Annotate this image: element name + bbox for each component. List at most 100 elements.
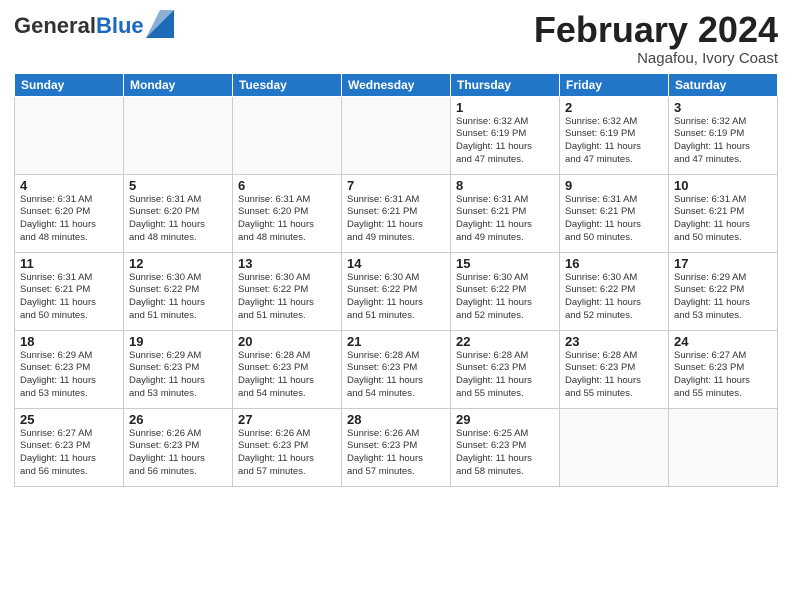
day-info: Sunrise: 6:31 AMSunset: 6:21 PMDaylight:…	[20, 272, 118, 323]
day-number: 12	[129, 256, 227, 271]
calendar-cell: 7Sunrise: 6:31 AMSunset: 6:21 PMDaylight…	[342, 174, 451, 252]
calendar-week-row: 4Sunrise: 6:31 AMSunset: 6:20 PMDaylight…	[15, 174, 778, 252]
day-number: 25	[20, 412, 118, 427]
day-info: Sunrise: 6:27 AMSunset: 6:23 PMDaylight:…	[674, 350, 772, 401]
calendar-cell: 19Sunrise: 6:29 AMSunset: 6:23 PMDayligh…	[124, 330, 233, 408]
day-info: Sunrise: 6:28 AMSunset: 6:23 PMDaylight:…	[347, 350, 445, 401]
day-info: Sunrise: 6:27 AMSunset: 6:23 PMDaylight:…	[20, 428, 118, 479]
calendar-cell: 13Sunrise: 6:30 AMSunset: 6:22 PMDayligh…	[233, 252, 342, 330]
day-info: Sunrise: 6:30 AMSunset: 6:22 PMDaylight:…	[565, 272, 663, 323]
day-info: Sunrise: 6:26 AMSunset: 6:23 PMDaylight:…	[129, 428, 227, 479]
day-number: 29	[456, 412, 554, 427]
day-info: Sunrise: 6:28 AMSunset: 6:23 PMDaylight:…	[238, 350, 336, 401]
calendar-cell: 8Sunrise: 6:31 AMSunset: 6:21 PMDaylight…	[451, 174, 560, 252]
day-number: 7	[347, 178, 445, 193]
calendar-cell: 24Sunrise: 6:27 AMSunset: 6:23 PMDayligh…	[669, 330, 778, 408]
day-header-wednesday: Wednesday	[342, 73, 451, 96]
day-number: 15	[456, 256, 554, 271]
day-info: Sunrise: 6:32 AMSunset: 6:19 PMDaylight:…	[456, 116, 554, 167]
day-number: 26	[129, 412, 227, 427]
calendar-week-row: 18Sunrise: 6:29 AMSunset: 6:23 PMDayligh…	[15, 330, 778, 408]
logo-general-text: General	[14, 13, 96, 38]
day-info: Sunrise: 6:26 AMSunset: 6:23 PMDaylight:…	[238, 428, 336, 479]
day-info: Sunrise: 6:29 AMSunset: 6:23 PMDaylight:…	[20, 350, 118, 401]
calendar-cell: 10Sunrise: 6:31 AMSunset: 6:21 PMDayligh…	[669, 174, 778, 252]
calendar-cell	[560, 408, 669, 486]
calendar-cell: 23Sunrise: 6:28 AMSunset: 6:23 PMDayligh…	[560, 330, 669, 408]
day-number: 27	[238, 412, 336, 427]
calendar-cell: 16Sunrise: 6:30 AMSunset: 6:22 PMDayligh…	[560, 252, 669, 330]
day-number: 13	[238, 256, 336, 271]
day-number: 20	[238, 334, 336, 349]
day-number: 8	[456, 178, 554, 193]
day-number: 16	[565, 256, 663, 271]
day-info: Sunrise: 6:31 AMSunset: 6:21 PMDaylight:…	[456, 194, 554, 245]
calendar-cell: 6Sunrise: 6:31 AMSunset: 6:20 PMDaylight…	[233, 174, 342, 252]
day-info: Sunrise: 6:30 AMSunset: 6:22 PMDaylight:…	[129, 272, 227, 323]
calendar-cell: 14Sunrise: 6:30 AMSunset: 6:22 PMDayligh…	[342, 252, 451, 330]
calendar-cell: 17Sunrise: 6:29 AMSunset: 6:22 PMDayligh…	[669, 252, 778, 330]
day-number: 23	[565, 334, 663, 349]
calendar-title: February 2024	[534, 10, 778, 50]
day-info: Sunrise: 6:31 AMSunset: 6:21 PMDaylight:…	[347, 194, 445, 245]
day-info: Sunrise: 6:25 AMSunset: 6:23 PMDaylight:…	[456, 428, 554, 479]
day-header-thursday: Thursday	[451, 73, 560, 96]
day-number: 3	[674, 100, 772, 115]
calendar-cell: 22Sunrise: 6:28 AMSunset: 6:23 PMDayligh…	[451, 330, 560, 408]
day-info: Sunrise: 6:31 AMSunset: 6:21 PMDaylight:…	[674, 194, 772, 245]
day-header-friday: Friday	[560, 73, 669, 96]
calendar-cell: 2Sunrise: 6:32 AMSunset: 6:19 PMDaylight…	[560, 96, 669, 174]
calendar-cell: 1Sunrise: 6:32 AMSunset: 6:19 PMDaylight…	[451, 96, 560, 174]
calendar-header-row: SundayMondayTuesdayWednesdayThursdayFrid…	[15, 73, 778, 96]
calendar-cell: 26Sunrise: 6:26 AMSunset: 6:23 PMDayligh…	[124, 408, 233, 486]
calendar-cell: 12Sunrise: 6:30 AMSunset: 6:22 PMDayligh…	[124, 252, 233, 330]
calendar-cell: 25Sunrise: 6:27 AMSunset: 6:23 PMDayligh…	[15, 408, 124, 486]
calendar-cell	[342, 96, 451, 174]
day-number: 18	[20, 334, 118, 349]
day-number: 22	[456, 334, 554, 349]
day-info: Sunrise: 6:32 AMSunset: 6:19 PMDaylight:…	[674, 116, 772, 167]
day-info: Sunrise: 6:28 AMSunset: 6:23 PMDaylight:…	[456, 350, 554, 401]
calendar-week-row: 1Sunrise: 6:32 AMSunset: 6:19 PMDaylight…	[15, 96, 778, 174]
day-number: 5	[129, 178, 227, 193]
calendar-table: SundayMondayTuesdayWednesdayThursdayFrid…	[14, 73, 778, 487]
calendar-cell: 11Sunrise: 6:31 AMSunset: 6:21 PMDayligh…	[15, 252, 124, 330]
day-number: 10	[674, 178, 772, 193]
calendar-cell: 20Sunrise: 6:28 AMSunset: 6:23 PMDayligh…	[233, 330, 342, 408]
calendar-cell	[233, 96, 342, 174]
day-info: Sunrise: 6:31 AMSunset: 6:20 PMDaylight:…	[129, 194, 227, 245]
calendar-cell: 5Sunrise: 6:31 AMSunset: 6:20 PMDaylight…	[124, 174, 233, 252]
calendar-cell: 29Sunrise: 6:25 AMSunset: 6:23 PMDayligh…	[451, 408, 560, 486]
logo: GeneralBlue	[14, 14, 174, 38]
day-info: Sunrise: 6:30 AMSunset: 6:22 PMDaylight:…	[238, 272, 336, 323]
day-header-tuesday: Tuesday	[233, 73, 342, 96]
page-header: GeneralBlue February 2024 Nagafou, Ivory…	[14, 10, 778, 67]
calendar-cell: 21Sunrise: 6:28 AMSunset: 6:23 PMDayligh…	[342, 330, 451, 408]
day-number: 28	[347, 412, 445, 427]
day-info: Sunrise: 6:31 AMSunset: 6:20 PMDaylight:…	[238, 194, 336, 245]
day-info: Sunrise: 6:29 AMSunset: 6:22 PMDaylight:…	[674, 272, 772, 323]
day-number: 19	[129, 334, 227, 349]
calendar-week-row: 11Sunrise: 6:31 AMSunset: 6:21 PMDayligh…	[15, 252, 778, 330]
calendar-week-row: 25Sunrise: 6:27 AMSunset: 6:23 PMDayligh…	[15, 408, 778, 486]
day-number: 14	[347, 256, 445, 271]
day-number: 17	[674, 256, 772, 271]
day-number: 9	[565, 178, 663, 193]
day-info: Sunrise: 6:26 AMSunset: 6:23 PMDaylight:…	[347, 428, 445, 479]
day-number: 24	[674, 334, 772, 349]
day-info: Sunrise: 6:30 AMSunset: 6:22 PMDaylight:…	[456, 272, 554, 323]
day-number: 1	[456, 100, 554, 115]
calendar-cell: 4Sunrise: 6:31 AMSunset: 6:20 PMDaylight…	[15, 174, 124, 252]
day-info: Sunrise: 6:29 AMSunset: 6:23 PMDaylight:…	[129, 350, 227, 401]
day-info: Sunrise: 6:28 AMSunset: 6:23 PMDaylight:…	[565, 350, 663, 401]
day-header-sunday: Sunday	[15, 73, 124, 96]
day-header-saturday: Saturday	[669, 73, 778, 96]
day-header-monday: Monday	[124, 73, 233, 96]
day-number: 4	[20, 178, 118, 193]
day-number: 21	[347, 334, 445, 349]
calendar-subtitle: Nagafou, Ivory Coast	[534, 50, 778, 67]
calendar-cell: 18Sunrise: 6:29 AMSunset: 6:23 PMDayligh…	[15, 330, 124, 408]
calendar-cell	[124, 96, 233, 174]
day-info: Sunrise: 6:31 AMSunset: 6:20 PMDaylight:…	[20, 194, 118, 245]
calendar-cell: 15Sunrise: 6:30 AMSunset: 6:22 PMDayligh…	[451, 252, 560, 330]
